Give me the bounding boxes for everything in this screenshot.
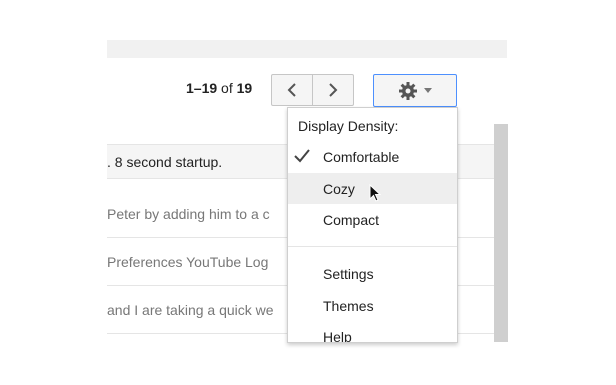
- menu-item-label: Comfortable: [323, 148, 400, 165]
- pagination-range: 1–19: [186, 80, 218, 96]
- menu-item-label: Settings: [323, 265, 374, 282]
- scrollbar[interactable]: [494, 124, 508, 342]
- menu-item-help[interactable]: Help: [288, 321, 457, 343]
- message-snippet: Peter by adding him to a c: [107, 206, 270, 222]
- menu-item-label: Themes: [323, 297, 374, 314]
- menu-item-settings[interactable]: Settings: [288, 258, 457, 289]
- pagination-info: 1–19 of 19: [186, 80, 252, 96]
- settings-button[interactable]: [373, 74, 457, 107]
- menu-item-label: Compact: [323, 211, 380, 228]
- pagination-total: 19: [236, 80, 253, 96]
- caret-down-icon: [424, 88, 432, 93]
- mouse-cursor-icon: [369, 184, 381, 202]
- chevron-right-icon: [329, 83, 338, 97]
- older-button[interactable]: [312, 74, 354, 106]
- message-snippet: Preferences YouTube Log: [107, 254, 269, 270]
- menu-item-comfortable[interactable]: Comfortable: [288, 141, 457, 172]
- display-density-header: Display Density:: [298, 118, 399, 134]
- menu-item-themes[interactable]: Themes: [288, 290, 457, 321]
- top-toolbar-strip: [107, 40, 507, 58]
- settings-dropdown-menu: Display Density: Comfortable Cozy Compac…: [287, 107, 458, 343]
- menu-item-compact[interactable]: Compact: [288, 204, 457, 235]
- gear-icon: [399, 81, 417, 100]
- newer-button[interactable]: [271, 74, 313, 106]
- chevron-left-icon: [287, 83, 296, 97]
- checkmark-icon: [294, 149, 310, 163]
- message-snippet: . 8 second startup.: [107, 153, 223, 170]
- menu-item-label: Help: [323, 328, 352, 343]
- menu-divider: [288, 246, 457, 247]
- message-snippet: and I are taking a quick we: [107, 302, 274, 318]
- menu-item-label: Cozy: [323, 180, 355, 197]
- pagination-of: of: [221, 80, 233, 96]
